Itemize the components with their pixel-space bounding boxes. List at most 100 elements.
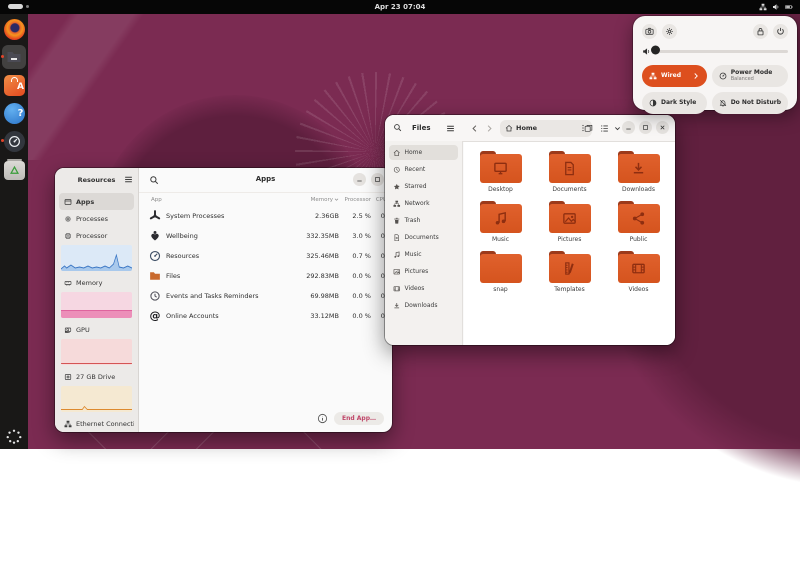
menu-icon[interactable] — [124, 175, 133, 184]
folder-icon — [480, 151, 522, 183]
table-row[interactable]: Wellbeing 332.35MB 3.0 % 0. — [139, 226, 392, 246]
maximize-button[interactable] — [371, 173, 384, 186]
lock-screen-button[interactable] — [753, 24, 768, 39]
path-bar[interactable]: Home — [500, 120, 592, 137]
sidebar-item[interactable]: 27 GB Drive — [59, 368, 134, 385]
sidebar-item-label: Trash — [405, 217, 421, 224]
sidebar-item[interactable]: Downloads — [389, 298, 458, 313]
system-status-area[interactable] — [759, 3, 793, 11]
search-icon[interactable] — [393, 123, 402, 132]
screenshot-button[interactable] — [642, 24, 657, 39]
folder-glyph-icon — [562, 211, 577, 226]
app-glyph-icon — [9, 165, 20, 176]
maximize-icon — [374, 176, 381, 183]
sidebar-item[interactable]: Documents — [389, 230, 458, 245]
view-options-chevron-icon[interactable] — [614, 125, 621, 132]
folder-item[interactable]: Downloads — [607, 151, 671, 193]
minimize-button[interactable] — [353, 173, 366, 186]
running-indicator — [1, 139, 4, 142]
folder-grid: Desktop Documents — [464, 142, 675, 345]
app-glyph-icon — [4, 79, 17, 92]
back-button[interactable] — [470, 124, 479, 133]
sidebar-item-label: Videos — [405, 285, 425, 292]
dock-item[interactable] — [2, 101, 26, 125]
table-row[interactable]: Resources 325.46MB 0.7 % 0. — [139, 246, 392, 266]
menu-icon[interactable] — [446, 124, 455, 133]
forward-button[interactable] — [485, 124, 494, 133]
app-name: Online Accounts — [166, 312, 281, 320]
tab-overview-icon[interactable] — [584, 124, 593, 133]
folder-item[interactable]: Documents — [538, 151, 602, 193]
folder-item[interactable]: Templates — [538, 251, 602, 293]
sidebar-item-icon — [64, 420, 72, 428]
folder-item[interactable]: Public — [607, 201, 671, 243]
sidebar-item[interactable]: Pictures — [389, 264, 458, 279]
volume-slider[interactable] — [656, 50, 788, 54]
sidebar-item[interactable]: Videos — [389, 281, 458, 296]
folder-glyph-icon — [493, 261, 508, 276]
camera-icon — [645, 27, 654, 36]
close-button[interactable] — [656, 121, 669, 134]
table-row[interactable]: Files 292.83MB 0.0 % 0. — [139, 266, 392, 286]
sidebar-item[interactable]: Processor — [59, 227, 134, 244]
settings-button[interactable] — [662, 24, 677, 39]
end-app-button[interactable]: End App… — [334, 412, 384, 425]
app-memory: 33.12MB — [281, 312, 339, 320]
dock-item[interactable] — [2, 157, 26, 181]
folder-glyph-icon — [493, 211, 508, 226]
top-bar: Apr 23 07:04 — [0, 0, 800, 14]
dock-item[interactable] — [2, 17, 26, 41]
sidebar-item-icon — [393, 183, 401, 191]
sidebar-item[interactable]: Starred — [389, 179, 458, 194]
power-button[interactable] — [773, 24, 788, 39]
clock[interactable]: Apr 23 07:04 — [0, 3, 800, 11]
quick-settings-tile[interactable]: Dark Style — [642, 92, 707, 114]
resources-nav: Apps Processes Processor Memory — [55, 192, 138, 432]
sidebar-item[interactable]: Home — [389, 145, 458, 160]
folder-item[interactable]: Videos — [607, 251, 671, 293]
list-view-icon[interactable] — [600, 124, 609, 133]
column-memory[interactable]: Memory — [281, 197, 339, 203]
show-apps-button[interactable] — [6, 428, 23, 445]
volume-knob[interactable] — [651, 45, 660, 54]
sidebar-item[interactable]: Music — [389, 247, 458, 262]
quick-settings-tile[interactable]: Wired — [642, 65, 707, 87]
app-memory: 332.35MB — [281, 232, 339, 240]
column-processor[interactable]: Processor — [339, 197, 371, 203]
maximize-button[interactable] — [639, 121, 652, 134]
dock-item[interactable] — [2, 45, 26, 69]
table-row[interactable]: System Processes 2.36GB 2.5 % 0. — [139, 206, 392, 226]
sidebar-item[interactable]: Processes — [59, 210, 134, 227]
app-memory: 292.83MB — [281, 272, 339, 280]
dock-item[interactable] — [2, 129, 26, 153]
quick-settings-tile[interactable]: Do Not Disturb — [712, 92, 788, 114]
table-row[interactable]: @ Online Accounts 33.12MB 0.0 % 0. — [139, 306, 392, 326]
resources-header: Apps — [139, 168, 392, 193]
quick-settings-tile[interactable]: Power Mode Balanced — [712, 65, 788, 87]
sidebar-item[interactable]: Recent — [389, 162, 458, 177]
app-processor: 0.0 % — [339, 292, 371, 300]
minimize-icon — [356, 176, 363, 183]
sidebar-item[interactable]: Ethernet Connecti… — [59, 415, 134, 432]
table-row[interactable]: Events and Tasks Reminders 69.98MB 0.0 %… — [139, 286, 392, 306]
chevron-right-icon[interactable] — [692, 72, 700, 80]
folder-item[interactable]: snap — [469, 251, 533, 293]
sidebar-item[interactable]: Memory — [59, 274, 134, 291]
minimize-button[interactable] — [622, 121, 635, 134]
folder-icon — [480, 251, 522, 283]
sidebar-item[interactable]: Apps — [59, 193, 134, 210]
folder-item[interactable]: Desktop — [469, 151, 533, 193]
folder-item[interactable]: Pictures — [538, 201, 602, 243]
sidebar-item-icon — [64, 279, 72, 287]
battery-icon — [785, 3, 793, 11]
sidebar-item[interactable]: Trash — [389, 213, 458, 228]
sidebar-item[interactable]: GPU — [59, 321, 134, 338]
sidebar-item-icon — [393, 234, 401, 242]
dock-item[interactable] — [2, 73, 26, 97]
info-icon[interactable] — [317, 413, 328, 424]
files-window: Files Home Home Recent — [385, 115, 675, 345]
folder-item[interactable]: Music — [469, 201, 533, 243]
sidebar-item[interactable]: Network — [389, 196, 458, 211]
power-icon — [776, 27, 785, 36]
column-app[interactable]: App — [151, 197, 281, 203]
